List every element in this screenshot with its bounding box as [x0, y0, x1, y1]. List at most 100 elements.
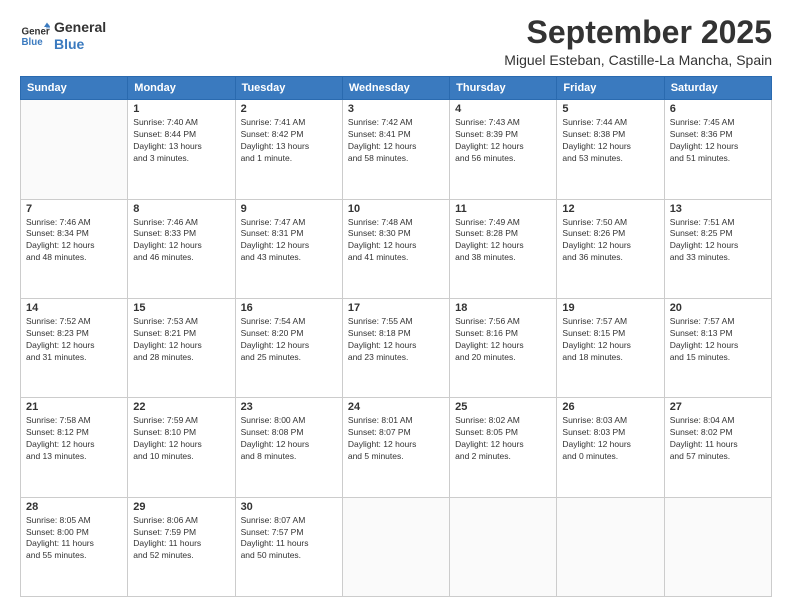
day-info: Sunrise: 7:57 AMSunset: 8:15 PMDaylight:… [562, 316, 658, 364]
day-info: Sunrise: 8:04 AMSunset: 8:02 PMDaylight:… [670, 415, 766, 463]
day-info: Sunrise: 7:55 AMSunset: 8:18 PMDaylight:… [348, 316, 444, 364]
day-info: Sunrise: 7:46 AMSunset: 8:33 PMDaylight:… [133, 217, 229, 265]
calendar-cell: 15 Sunrise: 7:53 AMSunset: 8:21 PMDayligh… [128, 298, 235, 397]
day-info: Sunrise: 7:57 AMSunset: 8:13 PMDaylight:… [670, 316, 766, 364]
svg-text:Blue: Blue [22, 37, 44, 48]
calendar-cell: 19Sunrise: 7:57 AMSunset: 8:15 PMDayligh… [557, 298, 664, 397]
day-number: 23 [241, 401, 337, 413]
calendar-week-row: 14 Sunrise: 7:52 AMSunset: 8:23 PMDayligh… [21, 298, 772, 397]
day-info: Sunrise: 7:54 AMSunset: 8:20 PMDaylight:… [241, 316, 337, 364]
calendar-cell: 17 Sunrise: 7:55 AMSunset: 8:18 PMDayligh… [342, 298, 449, 397]
header: General Blue General Blue September 2025… [20, 15, 772, 68]
calendar-cell: 3 Sunrise: 7:42 AMSunset: 8:41 PMDaylight… [342, 100, 449, 199]
day-info: Sunrise: 7:47 AMSunset: 8:31 PMDaylight:… [241, 217, 337, 265]
weekday-header: Tuesday [235, 77, 342, 100]
calendar-cell: 23 Sunrise: 8:00 AMSunset: 8:08 PMDayligh… [235, 398, 342, 497]
day-number: 27 [670, 401, 766, 413]
location-subtitle: Miguel Esteban, Castille-La Mancha, Spai… [504, 52, 772, 68]
day-number: 3 [348, 103, 444, 115]
calendar-cell: 1 Sunrise: 7:40 AMSunset: 8:44 PMDaylight… [128, 100, 235, 199]
day-info: Sunrise: 7:52 AMSunset: 8:23 PMDaylight:… [26, 316, 122, 364]
calendar-cell: 4 Sunrise: 7:43 AMSunset: 8:39 PMDaylight… [450, 100, 557, 199]
day-info: Sunrise: 8:05 AMSunset: 8:00 PMDaylight:… [26, 515, 122, 563]
calendar-cell [21, 100, 128, 199]
day-info: Sunrise: 8:06 AMSunset: 7:59 PMDaylight:… [133, 515, 229, 563]
svg-text:General: General [22, 26, 51, 37]
day-number: 6 [670, 103, 766, 115]
calendar-cell [557, 497, 664, 596]
day-info: Sunrise: 8:00 AMSunset: 8:08 PMDaylight:… [241, 415, 337, 463]
day-info: Sunrise: 7:41 AMSunset: 8:42 PMDaylight:… [241, 117, 337, 165]
calendar-cell: 12 Sunrise: 7:50 AMSunset: 8:26 PMDayligh… [557, 199, 664, 298]
day-info: Sunrise: 7:44 AMSunset: 8:38 PMDaylight:… [562, 117, 658, 165]
logo-blue: Blue [54, 36, 106, 53]
weekday-header: Thursday [450, 77, 557, 100]
day-number: 15 [133, 302, 229, 314]
calendar-cell: 27 Sunrise: 8:04 AMSunset: 8:02 PMDayligh… [664, 398, 771, 497]
day-info: Sunrise: 8:02 AMSunset: 8:05 PMDaylight:… [455, 415, 551, 463]
day-info: Sunrise: 7:59 AMSunset: 8:10 PMDaylight:… [133, 415, 229, 463]
day-info: Sunrise: 7:56 AMSunset: 8:16 PMDaylight:… [455, 316, 551, 364]
weekday-header: Sunday [21, 77, 128, 100]
page: General Blue General Blue September 2025… [0, 0, 792, 612]
calendar-cell: 16 Sunrise: 7:54 AMSunset: 8:20 PMDayligh… [235, 298, 342, 397]
calendar-cell: 22 Sunrise: 7:59 AMSunset: 8:10 PMDayligh… [128, 398, 235, 497]
calendar-week-row: 7Sunrise: 7:46 AMSunset: 8:34 PMDaylight… [21, 199, 772, 298]
day-info: Sunrise: 7:45 AMSunset: 8:36 PMDaylight:… [670, 117, 766, 165]
day-number: 21 [26, 401, 122, 413]
calendar-cell: 30Sunrise: 8:07 AMSunset: 7:57 PMDayligh… [235, 497, 342, 596]
day-number: 8 [133, 203, 229, 215]
calendar-cell: 24 Sunrise: 8:01 AMSunset: 8:07 PMDayligh… [342, 398, 449, 497]
weekday-header: Monday [128, 77, 235, 100]
day-info: Sunrise: 7:53 AMSunset: 8:21 PMDaylight:… [133, 316, 229, 364]
day-info: Sunrise: 7:40 AMSunset: 8:44 PMDaylight:… [133, 117, 229, 165]
day-info: Sunrise: 7:43 AMSunset: 8:39 PMDaylight:… [455, 117, 551, 165]
day-number: 18 [455, 302, 551, 314]
day-info: Sunrise: 7:48 AMSunset: 8:30 PMDaylight:… [348, 217, 444, 265]
logo-icon: General Blue [20, 21, 50, 51]
day-number: 26 [562, 401, 658, 413]
day-number: 14 [26, 302, 122, 314]
month-title: September 2025 [504, 15, 772, 50]
day-number: 30 [241, 501, 337, 513]
day-info: Sunrise: 7:50 AMSunset: 8:26 PMDaylight:… [562, 217, 658, 265]
day-number: 25 [455, 401, 551, 413]
calendar-cell: 11 Sunrise: 7:49 AMSunset: 8:28 PMDayligh… [450, 199, 557, 298]
day-info: Sunrise: 8:03 AMSunset: 8:03 PMDaylight:… [562, 415, 658, 463]
day-info: Sunrise: 7:42 AMSunset: 8:41 PMDaylight:… [348, 117, 444, 165]
calendar-cell: 14 Sunrise: 7:52 AMSunset: 8:23 PMDayligh… [21, 298, 128, 397]
calendar-week-row: 1 Sunrise: 7:40 AMSunset: 8:44 PMDaylight… [21, 100, 772, 199]
calendar-cell: 26 Sunrise: 8:03 AMSunset: 8:03 PMDayligh… [557, 398, 664, 497]
day-info: Sunrise: 7:58 AMSunset: 8:12 PMDaylight:… [26, 415, 122, 463]
calendar-cell [450, 497, 557, 596]
calendar-cell: 7Sunrise: 7:46 AMSunset: 8:34 PMDaylight… [21, 199, 128, 298]
day-number: 17 [348, 302, 444, 314]
calendar-cell [664, 497, 771, 596]
day-number: 2 [241, 103, 337, 115]
day-info: Sunrise: 8:01 AMSunset: 8:07 PMDaylight:… [348, 415, 444, 463]
day-number: 7 [26, 203, 122, 215]
day-number: 10 [348, 203, 444, 215]
calendar-cell: 9 Sunrise: 7:47 AMSunset: 8:31 PMDaylight… [235, 199, 342, 298]
day-number: 11 [455, 203, 551, 215]
weekday-header: Saturday [664, 77, 771, 100]
day-number: 12 [562, 203, 658, 215]
day-number: 22 [133, 401, 229, 413]
day-number: 28 [26, 501, 122, 513]
day-number: 9 [241, 203, 337, 215]
weekday-header: Friday [557, 77, 664, 100]
calendar-cell: 21 Sunrise: 7:58 AMSunset: 8:12 PMDayligh… [21, 398, 128, 497]
calendar-cell [342, 497, 449, 596]
day-number: 1 [133, 103, 229, 115]
day-info: Sunrise: 7:51 AMSunset: 8:25 PMDaylight:… [670, 217, 766, 265]
calendar-cell: 29Sunrise: 8:06 AMSunset: 7:59 PMDayligh… [128, 497, 235, 596]
calendar-cell: 28 Sunrise: 8:05 AMSunset: 8:00 PMDayligh… [21, 497, 128, 596]
day-number: 4 [455, 103, 551, 115]
day-info: Sunrise: 7:49 AMSunset: 8:28 PMDaylight:… [455, 217, 551, 265]
calendar-cell: 10 Sunrise: 7:48 AMSunset: 8:30 PMDayligh… [342, 199, 449, 298]
day-number: 24 [348, 401, 444, 413]
calendar-cell: 8 Sunrise: 7:46 AMSunset: 8:33 PMDaylight… [128, 199, 235, 298]
calendar-cell: 20Sunrise: 7:57 AMSunset: 8:13 PMDayligh… [664, 298, 771, 397]
day-number: 16 [241, 302, 337, 314]
day-number: 5 [562, 103, 658, 115]
